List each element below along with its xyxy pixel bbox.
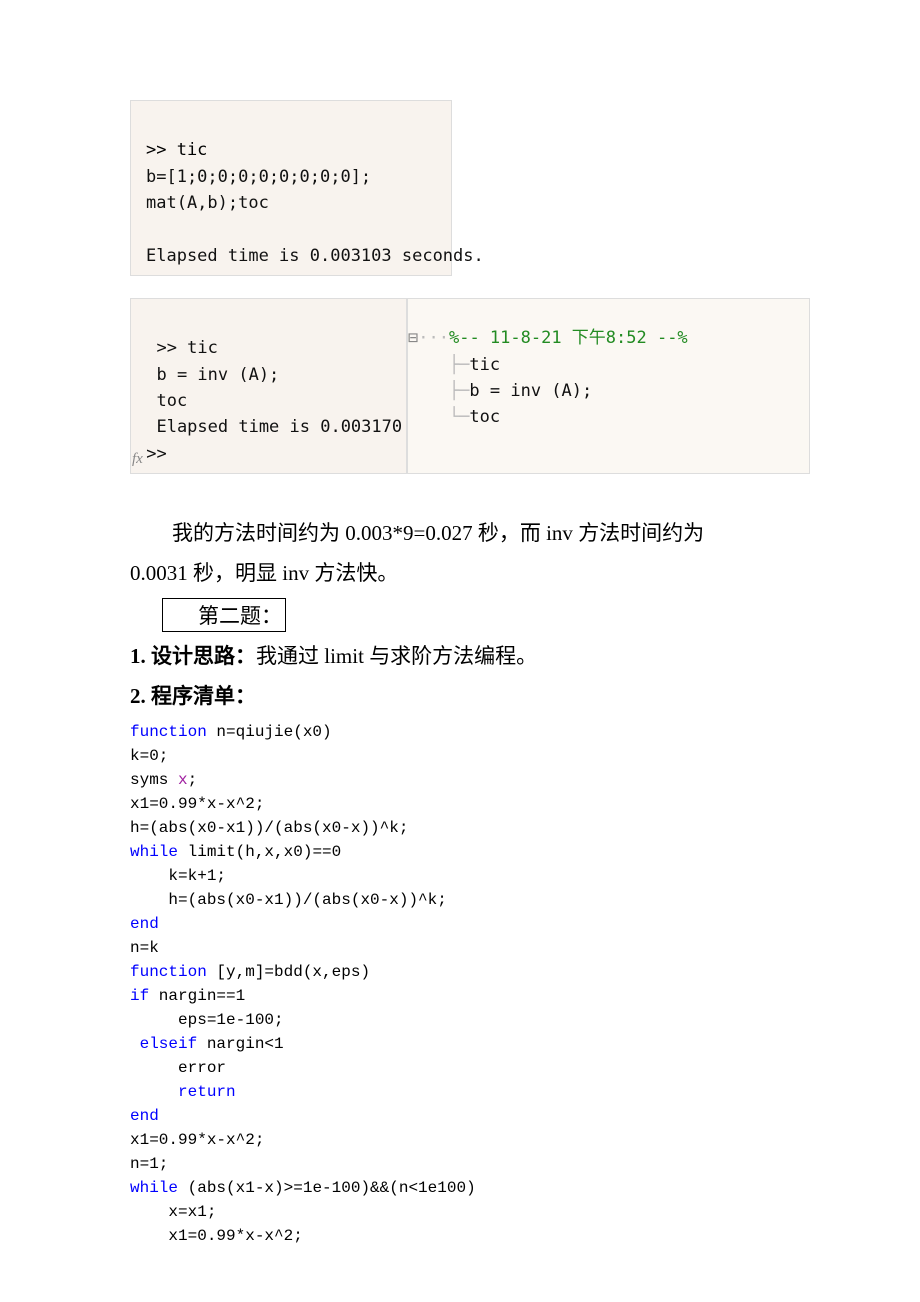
screenshot-group: >> tic b=[1;0;0;0;0;0;0;0;0]; mat(A,b);t… <box>130 100 790 474</box>
text: limit <box>324 644 364 668</box>
code: k=0; <box>130 747 168 765</box>
code-keyword: if <box>130 987 149 1005</box>
code: x1=0.99*x-x^2; <box>130 1227 303 1245</box>
text: inv <box>546 521 573 545</box>
heading-box: 第二题： <box>162 598 286 632</box>
code-keyword: while <box>130 1179 178 1197</box>
code: n=k <box>130 939 159 957</box>
console-output-1: >> tic b=[1;0;0;0;0;0;0;0;0]; mat(A,b);t… <box>130 100 452 276</box>
console-line: >> tic <box>136 338 218 358</box>
code: syms <box>130 771 178 789</box>
code: ; <box>188 771 198 789</box>
console-line: toc <box>136 391 187 411</box>
code: limit(h,x,x0)==0 <box>178 843 341 861</box>
code: eps=1e-100; <box>130 1011 284 1029</box>
section-2: 2. 程序清单： <box>130 680 790 710</box>
text: 0.003*9=0.027 <box>345 521 472 545</box>
paragraph-2: 0.0031 秒，明显 inv 方法快。 <box>130 554 790 594</box>
paragraph-1: 我的方法时间约为 0.003*9=0.027 秒，而 inv 方法时间约为 <box>130 514 790 554</box>
text: 2. <box>130 684 146 708</box>
text: 我的方法时间约为 <box>172 521 345 545</box>
editor-line: toc <box>469 407 500 427</box>
code: nargin==1 <box>149 987 245 1005</box>
code-keyword: end <box>130 915 159 933</box>
code: h=(abs(x0-x1))/(abs(x0-x))^k; <box>130 819 408 837</box>
code-keyword: end <box>130 1107 159 1125</box>
editor-pane: ⊟···%-- 11-8-21 下午8:52 --% ├─tic ├─b = i… <box>407 298 810 474</box>
text: 程序清单： <box>146 684 256 708</box>
text: 设计思路： <box>146 644 256 668</box>
text: 我通过 <box>256 644 324 668</box>
text: 0.0031 <box>130 561 188 585</box>
code: error <box>130 1059 226 1077</box>
code-keyword: return <box>130 1083 236 1101</box>
console-line: b=[1;0;0;0;0;0;0;0;0]; <box>146 167 371 187</box>
code: x1=0.99*x-x^2; <box>130 795 264 813</box>
editor-comment: %-- 11-8-21 下午8:52 --% <box>449 328 688 348</box>
text: 方法时间约为 <box>573 521 704 545</box>
fx-icon: fx <box>132 448 143 471</box>
text: 与求阶方法编程。 <box>364 644 537 668</box>
text: inv <box>282 561 309 585</box>
code-keyword: function <box>130 963 207 981</box>
code: k=k+1; <box>130 867 226 885</box>
code: nargin<1 <box>197 1035 283 1053</box>
code-symbol: x <box>178 771 188 789</box>
code: (abs(x1-x)>=1e-100)&&(n<1e100) <box>178 1179 476 1197</box>
editor-line: tic <box>469 355 500 375</box>
code: x=x1; <box>130 1203 216 1221</box>
section-1: 1. 设计思路：我通过 limit 与求阶方法编程。 <box>130 640 790 670</box>
console-output-2: >> tic b = inv (A); toc Elapsed time is … <box>130 298 407 474</box>
console-line: mat(A,b);toc <box>146 193 269 213</box>
matlab-code: function n=qiujie(x0) k=0; syms x; x1=0.… <box>130 720 790 1248</box>
code: h=(abs(x0-x1))/(abs(x0-x))^k; <box>130 891 447 909</box>
text: 1. <box>130 644 146 668</box>
text: 方法快。 <box>309 561 398 585</box>
code: x1=0.99*x-x^2; <box>130 1131 264 1149</box>
code: n=1; <box>130 1155 168 1173</box>
console-line: Elapsed time is 0.003103 seconds. <box>146 246 484 266</box>
console-line: >> tic <box>146 140 207 160</box>
code-keyword: while <box>130 843 178 861</box>
editor-line: b = inv (A); <box>469 381 592 401</box>
text: 秒，明显 <box>188 561 283 585</box>
code-keyword: elseif <box>130 1035 197 1053</box>
text: 秒，而 <box>473 521 547 545</box>
code: n=qiujie(x0) <box>207 723 332 741</box>
code: [y,m]=bdd(x,eps) <box>207 963 370 981</box>
console-line: b = inv (A); <box>136 365 279 385</box>
heading-2: 第二题： <box>130 598 790 632</box>
code-keyword: function <box>130 723 207 741</box>
